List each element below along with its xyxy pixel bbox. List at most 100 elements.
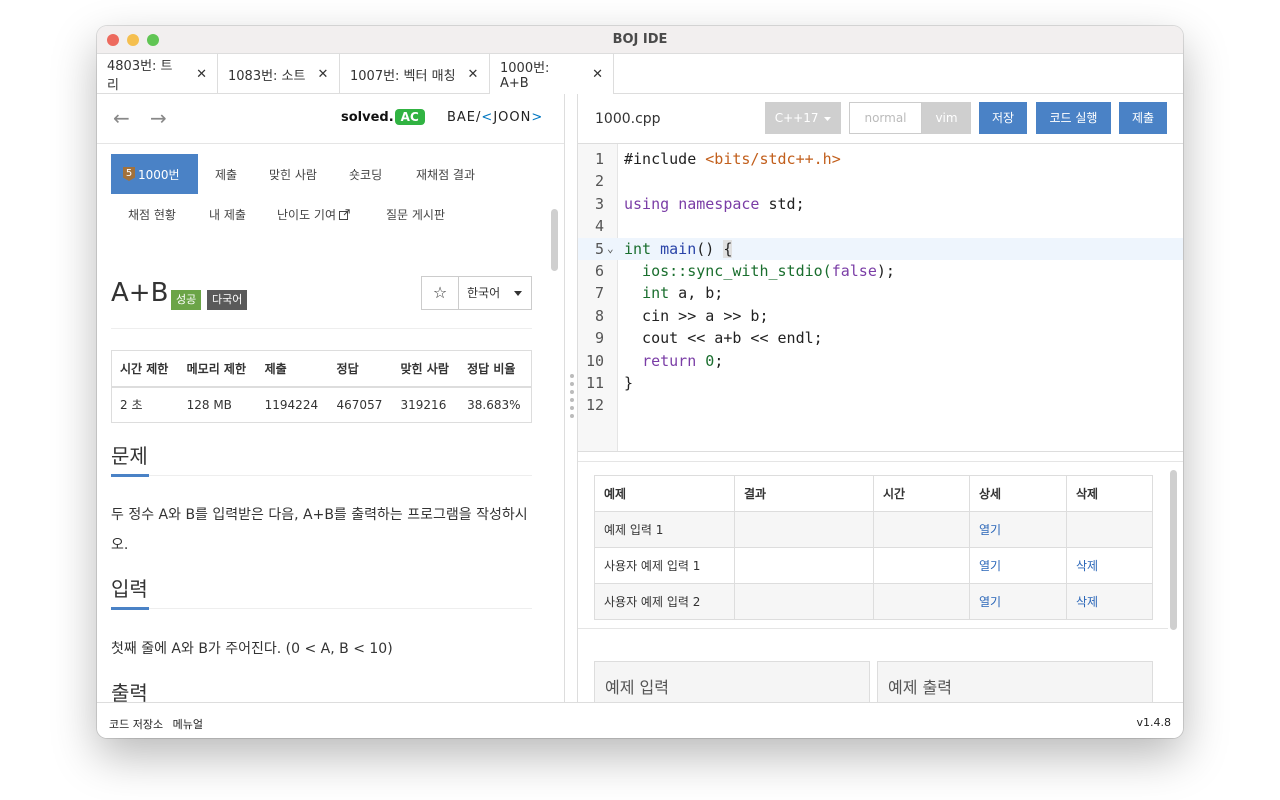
baekjoon-suffix: JOON [493, 110, 532, 125]
language-select[interactable]: 한국어 [458, 276, 532, 310]
mode-vim-toggle[interactable]: vim [922, 102, 971, 134]
testcase-scrollbar[interactable] [1170, 470, 1177, 630]
code-text: } [624, 374, 634, 392]
code-text: cout << a+b << endl; [624, 329, 823, 348]
case-result [734, 511, 874, 548]
line-number: 11 [585, 374, 604, 392]
tab-1007[interactable]: 1007번: 벡터 매칭 ✕ [340, 54, 490, 94]
tab-status[interactable]: 채점 현황 [116, 194, 188, 234]
fold-icon[interactable]: ⌄ [607, 238, 614, 260]
delete-link[interactable]: 삭제 [1066, 583, 1153, 620]
editor-pane: 1000.cpp C++17 normal vim 저장 코드 실행 제출 1 #… [578, 94, 1183, 702]
tab-label: 1000번 [138, 167, 180, 182]
tab-4803[interactable]: 4803번: 트리 ✕ [97, 54, 218, 94]
code-text: int a, b; [624, 282, 723, 304]
baekjoon-logo[interactable]: BAE/<JOON> [447, 110, 543, 125]
column-header: 삭제 [1066, 475, 1153, 512]
code-line: 2 [578, 170, 1183, 192]
case-time [873, 511, 970, 548]
table-row: 사용자 예제 입력 1 열기 삭제 [594, 547, 1153, 584]
tab-difficulty[interactable]: 난이도 기여 [265, 194, 362, 234]
panel-title: 예제 입력 [605, 678, 669, 697]
tab-label: 1007번: 벡터 매칭 [350, 68, 456, 84]
line-number: 7 [594, 284, 604, 303]
divider [578, 628, 1168, 629]
problem-description: 두 정수 A와 B를 입력받은 다음, A+B를 출력하는 프로그램을 작성하시… [111, 507, 528, 553]
sample-input-panel[interactable]: 예제 입력 [594, 661, 870, 702]
run-code-button[interactable]: 코드 실행 [1036, 102, 1111, 134]
column-header: 예제 [594, 475, 735, 512]
tab-questions[interactable]: 질문 게시판 [374, 194, 457, 234]
line-number: 5 [594, 239, 604, 258]
section-underline [111, 607, 149, 610]
tab-label: 1000번: A+B [500, 61, 550, 91]
title-bar: BOJ IDE [97, 26, 1183, 54]
code-editor[interactable]: 1 #include <bits/stdc++.h> 2 3 using names… [578, 144, 1183, 451]
code-text: cin >> a >> b; [624, 306, 769, 325]
close-icon[interactable]: ✕ [592, 67, 603, 82]
code-token: () [696, 239, 724, 258]
case-result [734, 547, 874, 584]
tab-1083[interactable]: 1083번: 소트 ✕ [218, 54, 340, 94]
tab-problem[interactable]: 5 1000번 [111, 154, 198, 194]
section-underline [111, 474, 149, 477]
solved-ac-logo[interactable]: solved. AC [341, 109, 425, 125]
save-button[interactable]: 저장 [979, 102, 1027, 134]
code-line: 3 using namespace std; [578, 193, 1183, 215]
code-line: 1 #include <bits/stdc++.h> [578, 148, 1183, 170]
manual-link[interactable]: 메뉴얼 [173, 718, 203, 731]
code-repo-link[interactable]: 코드 저장소 [109, 718, 163, 731]
mode-normal-toggle[interactable]: normal [849, 102, 922, 134]
line-number: 3 [594, 194, 604, 213]
star-icon[interactable]: ☆ [421, 276, 459, 310]
tab-submit[interactable]: 제출 [203, 154, 249, 194]
close-icon[interactable]: ✕ [196, 67, 207, 82]
language-dropdown[interactable]: C++17 [765, 102, 841, 134]
code-line: 10 return 0; [578, 350, 1183, 372]
open-link[interactable]: 열기 [969, 547, 1067, 584]
code-token: int [624, 239, 652, 258]
delete-link[interactable]: 삭제 [1066, 547, 1153, 584]
open-link[interactable]: 열기 [969, 583, 1067, 620]
info-header: 제출 [256, 350, 329, 388]
code-text: return 0; [624, 350, 723, 372]
tab-1000[interactable]: 1000번: A+B ✕ [490, 54, 614, 94]
close-icon[interactable]: ✕ [317, 67, 328, 82]
language-value: 한국어 [467, 286, 501, 300]
case-time [873, 583, 970, 620]
caret-down-icon [514, 291, 522, 296]
tab-label: 난이도 기여 [277, 207, 337, 222]
back-arrow-icon[interactable]: ← [113, 106, 130, 130]
file-name: 1000.cpp [595, 111, 661, 127]
multilang-badge: 다국어 [207, 290, 248, 310]
code-token: using [624, 194, 670, 213]
problem-navbar: ← → solved. AC BAE/<JOON> [97, 94, 564, 144]
pane-splitter[interactable] [564, 94, 578, 702]
tab-rejudge[interactable]: 재채점 결과 [404, 154, 487, 194]
divider [111, 328, 532, 329]
code-line: 11} [578, 372, 1183, 394]
column-header: 상세 [969, 475, 1067, 512]
grip-dot [570, 374, 574, 378]
tab-shortcoding[interactable]: 숏코딩 [337, 154, 394, 194]
problem-scrollbar[interactable] [551, 209, 558, 271]
tab-my-submissions[interactable]: 내 제출 [197, 194, 258, 234]
sample-output-panel[interactable]: 예제 출력 [877, 661, 1153, 702]
close-icon[interactable]: ✕ [468, 67, 479, 82]
code-line: 8 cin >> a >> b; [578, 305, 1183, 327]
forward-arrow-icon[interactable]: → [150, 106, 167, 130]
code-line: 4 [578, 215, 1183, 237]
panel-title: 예제 출력 [888, 678, 952, 697]
case-name: 사용자 예제 입력 2 [594, 583, 735, 620]
open-link[interactable]: 열기 [969, 511, 1067, 548]
code-token: false [831, 262, 877, 280]
problem-info-table: 시간 제한 메모리 제한 제출 정답 맞힌 사람 정답 비율 2 초 128 M… [111, 350, 532, 423]
code-token: namespace [678, 194, 760, 213]
grip-dot [570, 406, 574, 410]
case-name: 예제 입력 1 [594, 511, 735, 548]
divider [111, 475, 532, 476]
submit-button[interactable]: 제출 [1119, 102, 1167, 134]
tab-solvers[interactable]: 맞힌 사람 [257, 154, 329, 194]
language-label: C++17 [774, 111, 819, 125]
table-row: 예제 입력 1 열기 [594, 511, 1153, 548]
